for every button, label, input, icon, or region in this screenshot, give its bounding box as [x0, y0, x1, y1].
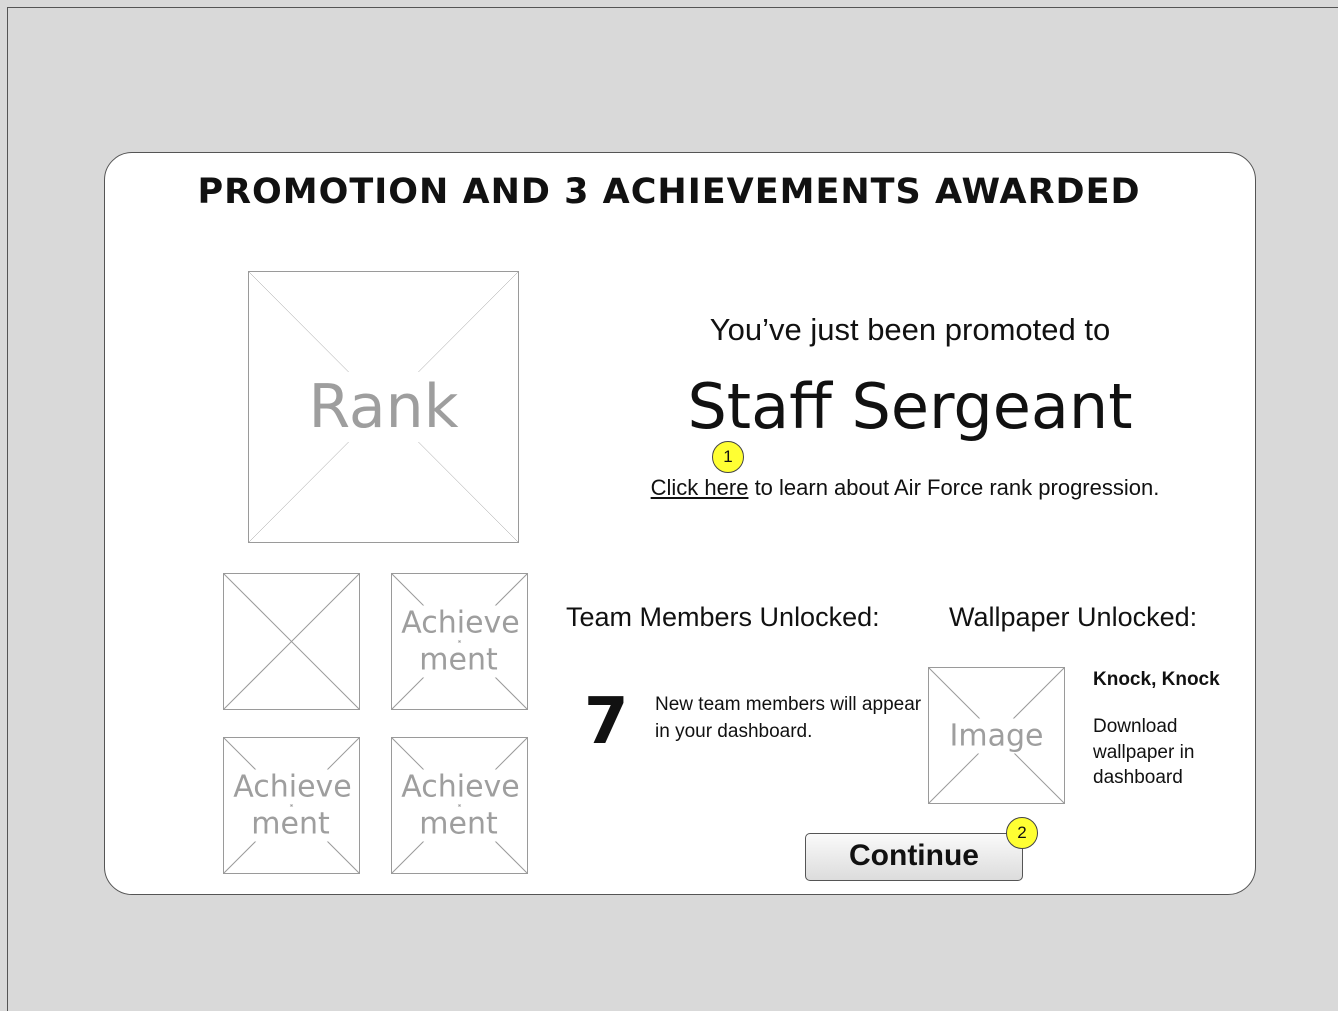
- placeholder-cross-icon: [224, 574, 359, 709]
- wallpaper-description: Download wallpaper in dashboard: [1093, 716, 1195, 789]
- wallpaper-name: Knock, Knock: [1093, 669, 1220, 690]
- rank-progression-line: Click here to learn about Air Force rank…: [560, 475, 1250, 501]
- rank-image-placeholder: Rank: [248, 271, 519, 543]
- rank-progression-text: to learn about Air Force rank progressio…: [748, 475, 1160, 500]
- wallpaper-placeholder-label: Image: [947, 718, 1046, 753]
- promoted-text: You’ve just been promoted to: [709, 312, 1111, 347]
- continue-button[interactable]: Continue: [805, 833, 1023, 881]
- achievement-label: Achievement: [399, 605, 520, 678]
- team-members-count: 7: [584, 685, 629, 759]
- dialog-title: PROMOTION AND 3 ACHIEVEMENTS AWARDED: [197, 172, 1141, 212]
- achievement-image-3: Achievement: [223, 737, 360, 874]
- rank-name: Staff Sergeant: [687, 370, 1133, 443]
- achievement-label: Achievement: [231, 769, 352, 842]
- annotation-marker-2: 2: [1006, 817, 1038, 849]
- team-members-label: Team Members Unlocked:: [566, 602, 880, 632]
- annotation-marker-1: 1: [712, 441, 744, 473]
- achievement-image-4: Achievement: [391, 737, 528, 874]
- achievement-image-1: [223, 573, 360, 710]
- wallpaper-label: Wallpaper Unlocked:: [949, 602, 1198, 632]
- team-members-description: New team members will appear in your das…: [655, 694, 922, 742]
- wallpaper-image-placeholder: Image: [928, 667, 1065, 804]
- rank-placeholder-label: Rank: [306, 372, 461, 442]
- achievement-label: Achievement: [399, 769, 520, 842]
- achievement-image-2: Achievement: [391, 573, 528, 710]
- rank-progression-link[interactable]: Click here: [651, 475, 749, 500]
